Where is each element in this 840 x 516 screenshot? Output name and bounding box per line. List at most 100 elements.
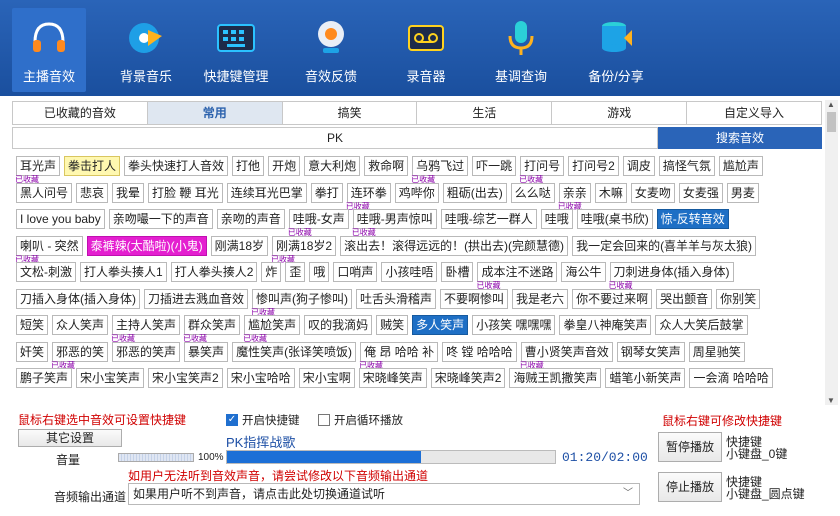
- sound-button[interactable]: 拳击打人: [64, 156, 121, 176]
- sound-button[interactable]: 海贼王凯撒笑声: [509, 368, 602, 388]
- tab-category[interactable]: 生活: [417, 102, 553, 124]
- sound-button[interactable]: 小孩笑 嘿嘿嘿: [472, 315, 556, 335]
- loop-checkbox[interactable]: 开启循环播放: [318, 412, 403, 428]
- toolbar-pitch-query[interactable]: 基调查询: [484, 8, 558, 92]
- sound-button[interactable]: 女麦吻: [630, 182, 675, 203]
- sound-button[interactable]: 尴尬声: [718, 156, 763, 176]
- sound-button[interactable]: 泰裤辣(太酷啦)(小鬼): [86, 235, 207, 256]
- scroll-up-icon[interactable]: ▲: [827, 100, 835, 109]
- sound-button[interactable]: 俺 昂 哈哈 补已收藏: [359, 341, 439, 370]
- sound-button[interactable]: 打他: [232, 156, 265, 176]
- sound-button[interactable]: 鸡哔你: [394, 182, 439, 203]
- tab-category[interactable]: 已收藏的音效: [13, 102, 148, 124]
- volume-slider[interactable]: [118, 453, 194, 462]
- sound-button[interactable]: 刚满18岁2 已收藏: [271, 235, 337, 264]
- sound-button[interactable]: 么么哒: [510, 182, 555, 203]
- toolbar-recorder[interactable]: 录音器: [389, 8, 463, 92]
- sound-button[interactable]: 群众笑声 已收藏: [183, 315, 241, 343]
- sound-button[interactable]: 打问号 已收藏: [519, 156, 565, 184]
- sound-button[interactable]: 打人拳头揍人1: [80, 262, 167, 282]
- sound-button[interactable]: 周星驰笑: [688, 341, 745, 362]
- sound-button[interactable]: 吐舌头滑稽声: [356, 288, 437, 309]
- sound-button[interactable]: 贼笑: [376, 315, 409, 335]
- sound-button[interactable]: 文松-刺激: [16, 262, 76, 282]
- sound-button[interactable]: 我晕: [112, 182, 145, 203]
- sound-button[interactable]: 钢琴女笑声: [616, 341, 685, 362]
- sound-button[interactable]: 木嘛: [594, 182, 627, 203]
- sound-button[interactable]: 一会滴 哈哈哈: [689, 368, 773, 388]
- sound-button[interactable]: 黑人问号: [16, 182, 73, 203]
- other-settings-button[interactable]: 其它设置: [18, 429, 122, 447]
- sound-button[interactable]: 炸: [261, 262, 282, 282]
- sound-button[interactable]: 小孩哇唔: [381, 262, 438, 282]
- sound-button[interactable]: 宋晓峰笑声2: [430, 368, 506, 388]
- sound-button[interactable]: 刀插进去溅血音效: [144, 288, 249, 309]
- sound-button[interactable]: 宋小宝笑声: [76, 368, 145, 388]
- sound-button[interactable]: 魔性笑声(张译笑喷饭): [232, 341, 357, 362]
- tab-search-sound[interactable]: 搜索音效: [658, 127, 822, 149]
- sound-button[interactable]: 连续耳光巴掌: [226, 182, 307, 203]
- sound-button[interactable]: 调皮: [622, 156, 655, 176]
- sound-button[interactable]: 众人笑声: [52, 315, 109, 335]
- sound-button[interactable]: 滚出去！滚得远远的！(拱出去)(完颜慧德): [340, 235, 569, 256]
- checkbox-unchecked-icon[interactable]: [318, 414, 330, 426]
- sound-button[interactable]: 悲哀: [76, 182, 109, 203]
- stop-button[interactable]: 停止播放: [658, 472, 722, 502]
- scroll-thumb[interactable]: [827, 112, 836, 132]
- sound-button[interactable]: 叹的我滴妈: [304, 315, 373, 335]
- pause-button[interactable]: 暂停播放: [658, 432, 722, 462]
- sound-button[interactable]: 邪恶的笑声: [112, 341, 181, 362]
- scrollbar[interactable]: ▲ ▼: [825, 100, 838, 405]
- sound-button[interactable]: 亲吻的声音: [216, 209, 285, 229]
- toolbar-hotkey-manage[interactable]: 快捷键管理: [199, 8, 273, 92]
- sound-button[interactable]: 哇哦: [540, 209, 573, 229]
- sound-button[interactable]: 众人大笑后鼓掌: [655, 315, 748, 335]
- sound-button[interactable]: 哭出颤音: [656, 288, 713, 309]
- sound-button[interactable]: 短笑: [16, 315, 49, 335]
- sound-button[interactable]: 刀插入身体(插入身体): [16, 288, 140, 309]
- sound-button[interactable]: 宋小宝啊: [298, 368, 355, 388]
- checkbox-checked-icon[interactable]: ✓: [226, 414, 238, 426]
- sound-button[interactable]: 暴笑声: [184, 341, 229, 362]
- sound-button[interactable]: 哇哦(桌书欣): [576, 209, 653, 229]
- hotkey-checkbox[interactable]: ✓ 开启快捷键: [226, 412, 300, 428]
- sound-button[interactable]: 海公牛: [561, 262, 606, 282]
- sound-button[interactable]: 亲亲 已收藏: [558, 182, 591, 211]
- tab-category[interactable]: 游戏: [552, 102, 688, 124]
- sound-button[interactable]: 乌鸦飞过 已收藏: [411, 156, 469, 184]
- sound-button[interactable]: 粗砺(出去): [442, 182, 507, 203]
- sound-button[interactable]: 成本注不迷路 已收藏: [476, 262, 558, 290]
- sound-button[interactable]: 打人拳头揍人2: [170, 262, 258, 282]
- tab-pk[interactable]: PK: [12, 127, 658, 149]
- sound-button[interactable]: 开炮: [268, 156, 301, 176]
- sound-button[interactable]: 刀刺进身体(插入身体) 已收藏: [609, 262, 734, 290]
- sound-button[interactable]: 惨叫声(狗子惨叫) 已收藏: [251, 288, 353, 317]
- toolbar-backup-share[interactable]: 备份/分享: [579, 8, 653, 92]
- sound-button[interactable]: 咚 镗 哈哈哈: [442, 341, 517, 362]
- sound-button[interactable]: 主持人笑声 已收藏: [111, 315, 181, 343]
- playback-progress[interactable]: [226, 450, 556, 464]
- sound-button[interactable]: 哦: [309, 262, 330, 282]
- sound-button[interactable]: 连环拳 已收藏: [346, 182, 391, 211]
- sound-button[interactable]: 打问号2: [568, 156, 619, 176]
- toolbar-sound-feedback[interactable]: 音效反馈: [294, 8, 368, 92]
- sound-button[interactable]: 吓一跳: [472, 156, 517, 176]
- sound-button[interactable]: 宋晓峰笑声: [358, 368, 427, 388]
- sound-button[interactable]: 惊-反转音效: [656, 209, 729, 229]
- tab-category[interactable]: 常用: [147, 102, 283, 124]
- sound-button[interactable]: 哇哦-女声 已收藏: [288, 209, 349, 237]
- sound-button[interactable]: 耳光声 已收藏: [16, 156, 61, 184]
- sound-button[interactable]: 蜡笔小新笑声: [605, 368, 686, 388]
- sound-button[interactable]: 哇哦-综艺一群人: [440, 209, 537, 229]
- sound-button[interactable]: 喇叭 - 突然 已收藏: [16, 235, 83, 264]
- sound-button[interactable]: 男麦: [726, 182, 759, 203]
- sound-button[interactable]: 拳头快速打人音效: [124, 156, 229, 176]
- toolbar-host-sound[interactable]: 主播音效: [12, 8, 86, 92]
- sound-button[interactable]: 宋小宝笑声2: [148, 368, 223, 388]
- sound-button[interactable]: 打脸 鞭 耳光: [148, 182, 223, 203]
- sound-button[interactable]: 搞怪气氛: [658, 156, 715, 176]
- sound-button[interactable]: 口哨声: [333, 262, 378, 282]
- sound-button[interactable]: 拳皇八神庵笑声: [559, 315, 652, 335]
- sound-button[interactable]: 拳打: [310, 182, 343, 203]
- sound-button[interactable]: 奸笑: [16, 341, 49, 362]
